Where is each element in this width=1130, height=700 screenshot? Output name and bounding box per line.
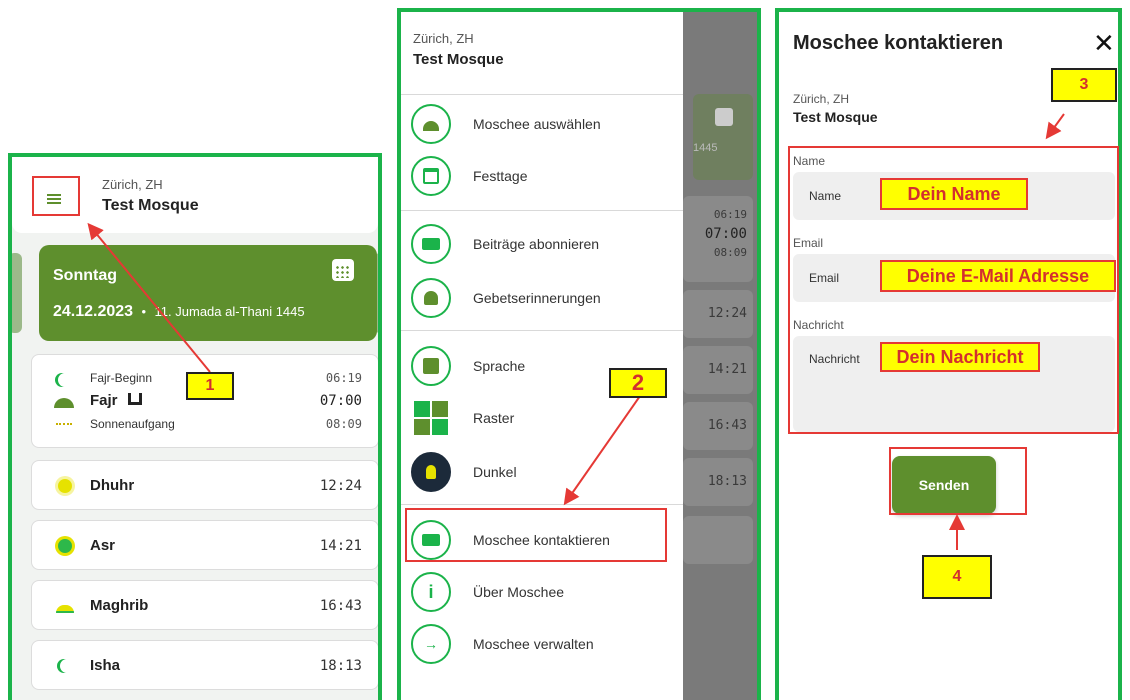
step-badge-2: 2 [609,368,667,398]
arrow-step2 [563,395,641,506]
step-badge-3: 3 [1051,68,1117,102]
arrow-step1 [87,222,211,373]
arrow-step3 [1045,113,1065,140]
name-hint: Dein Name [880,178,1028,210]
highlight-send-button [889,447,1027,515]
email-hint: Deine E-Mail Adresse [880,260,1116,292]
highlight-menu-button [32,176,80,216]
highlight-contact-item [405,508,667,562]
message-hint: Dein Nachricht [880,342,1040,372]
step-badge-4: 4 [922,555,992,599]
step-badge-1: 1 [186,372,234,400]
